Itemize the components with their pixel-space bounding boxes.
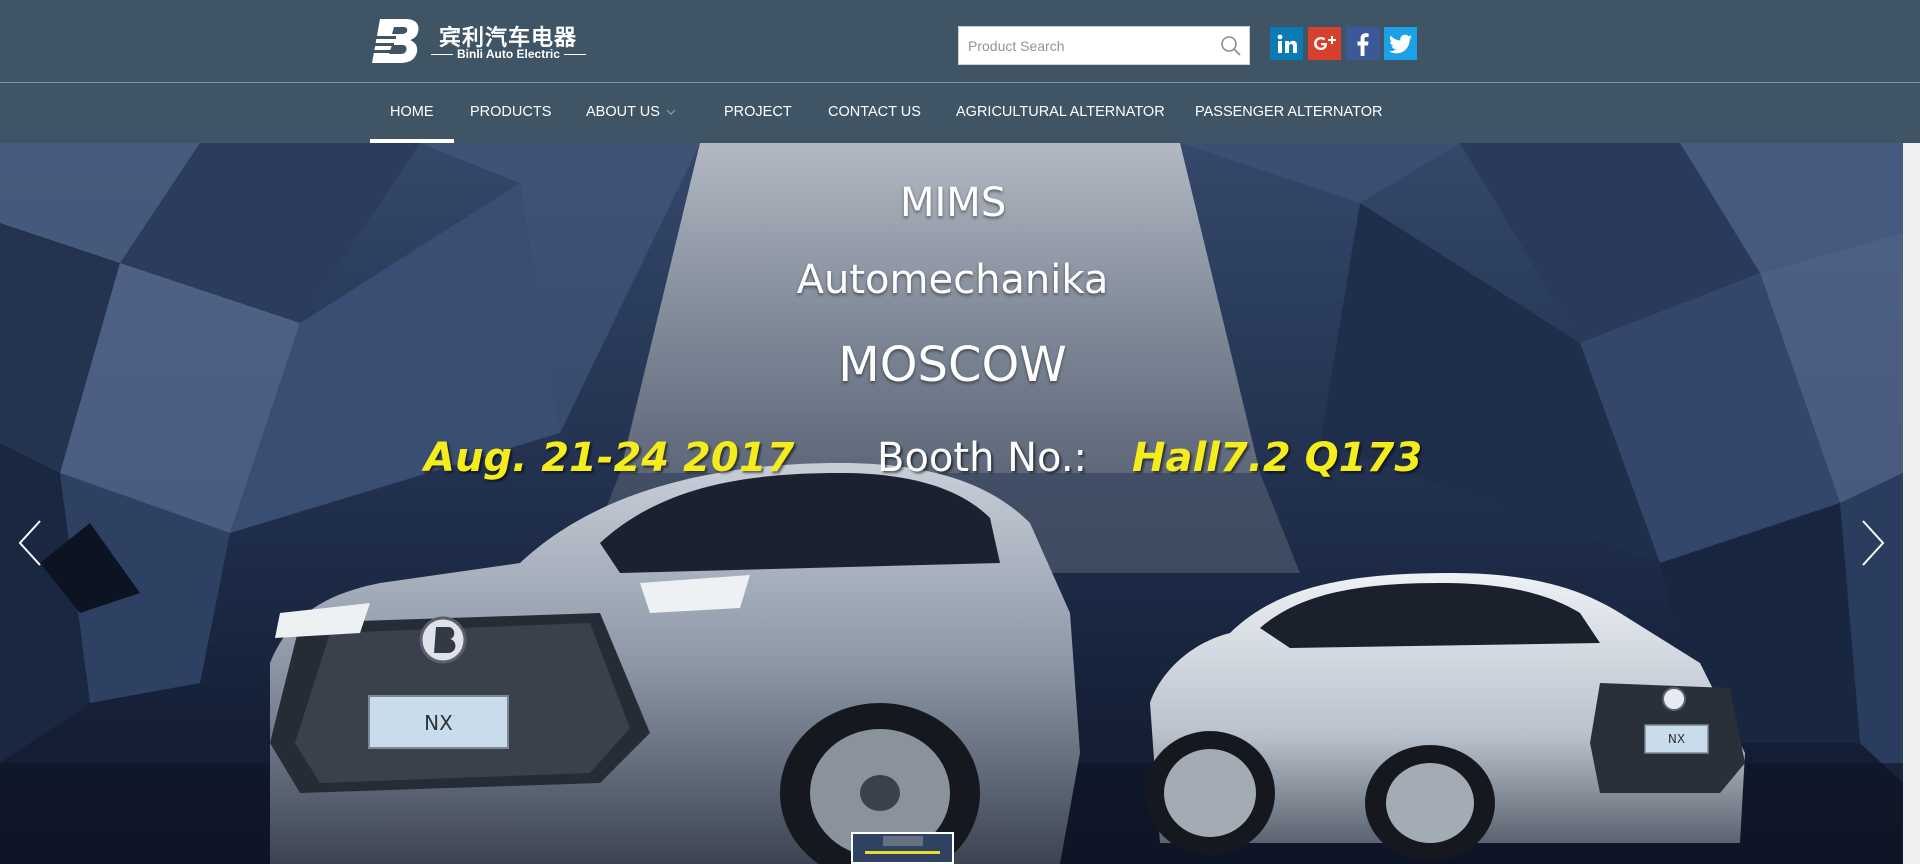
slide-thumbnail-image xyxy=(853,834,952,862)
chevron-left-icon[interactable] xyxy=(10,513,50,573)
b-logo-icon xyxy=(372,19,419,63)
page-scrollbar[interactable] xyxy=(1903,143,1920,864)
search-box xyxy=(958,26,1250,65)
search-input[interactable] xyxy=(959,27,1209,64)
logo-rule-left xyxy=(431,53,453,55)
search-icon[interactable] xyxy=(1219,34,1243,58)
nav-home[interactable]: HOME xyxy=(370,83,454,143)
chevron-down-icon[interactable] xyxy=(665,83,677,143)
nav-project[interactable]: PROJECT xyxy=(724,83,792,143)
facebook-icon[interactable] xyxy=(1346,27,1380,60)
banner-background-image xyxy=(0,143,1903,864)
banner-date: Aug. 21-24 2017 xyxy=(424,435,795,481)
chevron-right-icon[interactable] xyxy=(1853,513,1893,573)
top-header: 宾利汽车电器 Binli Auto Electric xyxy=(0,0,1920,82)
car2-plate: NX xyxy=(1667,732,1686,746)
banner-line-1: MIMS xyxy=(900,180,1007,226)
banner-line-3: MOSCOW xyxy=(838,337,1067,393)
nav-home-label: HOME xyxy=(390,104,434,120)
banner-line-2: Automechanika xyxy=(796,257,1109,303)
brand-logo[interactable]: 宾利汽车电器 Binli Auto Electric xyxy=(372,17,586,67)
banner-booth-label: Booth No.: xyxy=(877,435,1088,481)
nav-products[interactable]: PRODUCTS xyxy=(470,83,551,143)
google-plus-icon[interactable] xyxy=(1308,27,1341,60)
nav-contact-us-label: CONTACT US xyxy=(828,104,921,120)
logo-rule-right xyxy=(563,53,586,55)
nav-agricultural-alternator[interactable]: AGRICULTURAL ALTERNATOR xyxy=(956,83,1165,143)
nav-passenger-alternator[interactable]: PASSENGER ALTERNATOR xyxy=(1195,83,1382,143)
nav-about-us-label: ABOUT US xyxy=(586,104,660,120)
nav-products-label: PRODUCTS xyxy=(470,104,552,120)
nav-project-label: PROJECT xyxy=(724,104,792,120)
twitter-icon[interactable] xyxy=(1384,27,1417,60)
nav-contact-us[interactable]: CONTACT US xyxy=(828,83,921,143)
hero-banner: MIMS Automechanika MOSCOW Aug. 21-24 201… xyxy=(0,143,1903,864)
nav-passenger-alternator-label: PASSENGER ALTERNATOR xyxy=(1195,104,1383,120)
linkedin-icon[interactable] xyxy=(1270,27,1303,60)
brand-name-en-text: Binli Auto Electric xyxy=(457,47,560,61)
main-nav: HOME PRODUCTS ABOUT US PROJECT CONTACT U… xyxy=(0,83,1920,143)
slide-thumbnail[interactable] xyxy=(851,832,954,864)
nav-agricultural-alternator-label: AGRICULTURAL ALTERNATOR xyxy=(956,104,1165,120)
car1-plate: NX xyxy=(424,711,453,735)
banner-booth-value: Hall7.2 Q173 xyxy=(1132,435,1423,481)
brand-name-en: Binli Auto Electric xyxy=(427,47,590,61)
nav-about-us[interactable]: ABOUT US xyxy=(586,83,660,143)
